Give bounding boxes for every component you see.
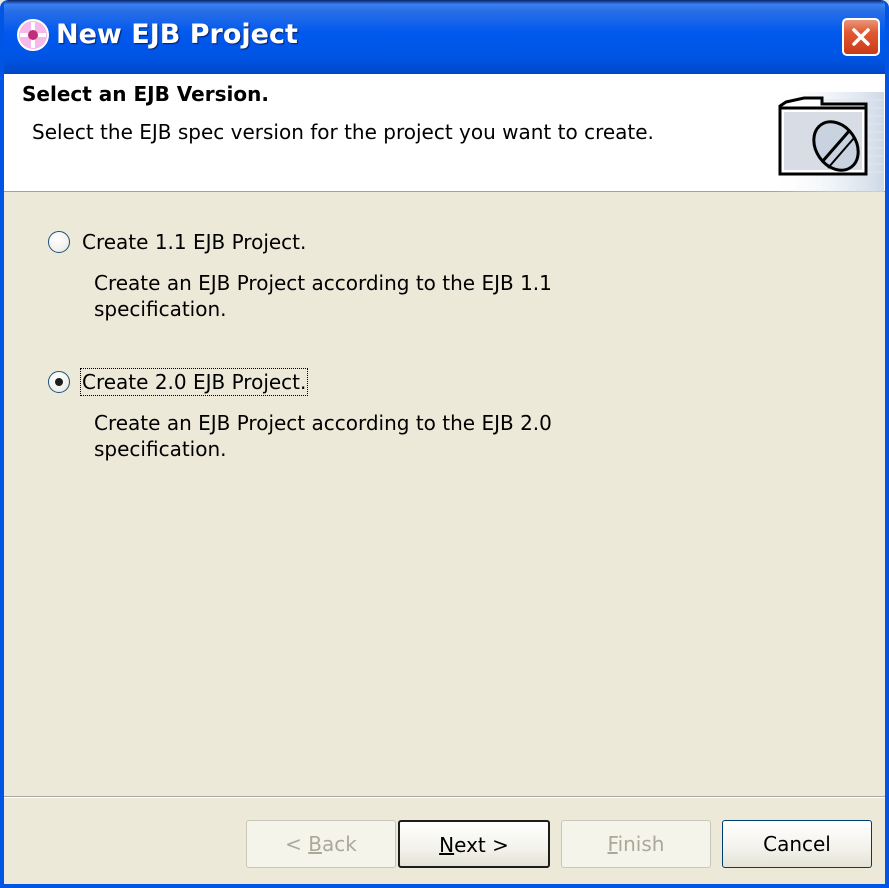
back-prefix: < — [285, 832, 309, 856]
finish-rest: inish — [617, 832, 665, 856]
close-button[interactable] — [842, 18, 880, 56]
next-rest: ext > — [454, 833, 509, 857]
option-description: Create an EJB Project according to the E… — [94, 270, 552, 322]
button-bar-separator — [4, 796, 885, 798]
title-bar[interactable]: New EJB Project — [4, 0, 885, 74]
page-title: Select an EJB Version. — [22, 82, 269, 106]
radio-checked-dot — [55, 378, 63, 386]
cancel-button[interactable]: Cancel — [722, 820, 872, 868]
wizard-header: Select an EJB Version. Select the EJB sp… — [4, 74, 885, 192]
back-rest: ack — [322, 832, 357, 856]
radio-ejb-20[interactable] — [48, 371, 70, 393]
page-description: Select the EJB spec version for the proj… — [32, 120, 654, 144]
description-line: Create an EJB Project according to the E… — [94, 271, 552, 295]
description-line: Create an EJB Project according to the E… — [94, 411, 552, 435]
close-icon — [852, 28, 870, 46]
description-line: specification. — [94, 297, 227, 321]
next-button[interactable]: Next > — [398, 820, 550, 868]
back-button[interactable]: < Back — [246, 820, 396, 868]
dialog-window: New EJB Project Select an EJB Version. S… — [0, 0, 889, 888]
radio-ejb-11[interactable] — [48, 231, 70, 253]
option-description: Create an EJB Project according to the E… — [94, 410, 552, 462]
description-line: specification. — [94, 437, 227, 461]
finish-button[interactable]: Finish — [561, 820, 711, 868]
option-label[interactable]: Create 2.0 EJB Project. — [79, 368, 309, 396]
option-label[interactable]: Create 1.1 EJB Project. — [82, 230, 306, 254]
app-icon — [16, 18, 50, 52]
finish-mnemonic: F — [607, 832, 618, 856]
ejb-jar-icon — [770, 92, 884, 192]
next-mnemonic: N — [439, 833, 455, 857]
back-mnemonic: B — [308, 832, 322, 856]
window-title: New EJB Project — [56, 19, 298, 50]
